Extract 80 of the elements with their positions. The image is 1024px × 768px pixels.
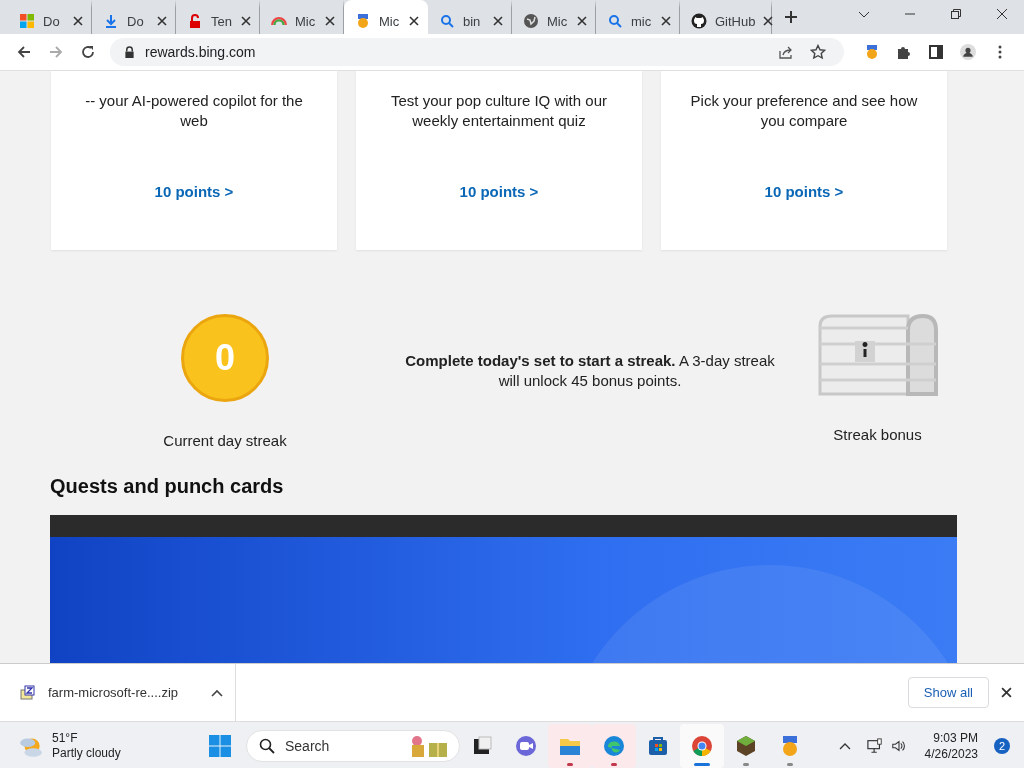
search-icon <box>607 13 623 29</box>
close-icon[interactable] <box>409 16 419 26</box>
card-description: -- your AI-powered copilot for the web <box>84 91 304 131</box>
close-icon[interactable] <box>1001 687 1012 698</box>
search-placeholder: Search <box>285 737 331 754</box>
time-text: 9:03 PM <box>933 729 978 746</box>
close-icon[interactable] <box>493 16 503 26</box>
chat-icon <box>514 733 538 758</box>
windows-logo-icon <box>19 13 35 29</box>
tab-title: GitHub <box>715 13 756 29</box>
notification-badge[interactable]: 2 <box>994 737 1010 754</box>
reload-icon[interactable] <box>80 44 96 60</box>
restore-icon[interactable] <box>950 8 962 20</box>
address-bar[interactable]: rewards.bing.com <box>110 38 844 66</box>
tab-title: bin <box>463 13 482 29</box>
clock[interactable]: 9:03 PM 4/26/2023 <box>924 729 978 762</box>
browser-icon <box>602 733 626 758</box>
close-icon[interactable] <box>157 16 167 26</box>
search-icon <box>439 13 455 29</box>
star-icon[interactable] <box>810 44 826 60</box>
medal-icon[interactable] <box>864 44 880 60</box>
activity-card[interactable]: -- your AI-powered copilot for the web 10 points > <box>51 71 337 250</box>
section-heading: Quests and punch cards <box>50 475 285 499</box>
points-link[interactable]: 10 points > <box>764 183 844 200</box>
close-icon[interactable] <box>325 16 335 26</box>
cube-icon <box>734 733 758 758</box>
zip-file-icon <box>20 684 36 701</box>
activity-card[interactable]: Pick your preference and see how you compare 10 points > <box>661 71 947 250</box>
tab-title: Do <box>127 13 145 29</box>
side-panel-icon[interactable] <box>928 44 944 60</box>
show-all-button[interactable]: Show all <box>907 677 989 708</box>
close-icon[interactable] <box>241 16 251 26</box>
tab-title: Do <box>43 13 61 29</box>
back-arrow-icon[interactable] <box>16 44 32 60</box>
url-text: rewards.bing.com <box>145 44 256 60</box>
file-name: farm-microsoft-re....zip <box>48 685 179 700</box>
date-text: 4/26/2023 <box>924 745 978 762</box>
medal-icon <box>355 13 371 29</box>
streak-label: Current day streak <box>163 432 287 449</box>
points-link[interactable]: 10 points > <box>459 183 539 200</box>
weather-text: Partly cloudy <box>52 745 121 761</box>
lock-icon <box>187 13 203 29</box>
globe-icon <box>523 13 539 29</box>
close-icon[interactable] <box>577 16 587 26</box>
weather-widget[interactable]: 51°F Partly cloudy <box>0 730 208 761</box>
browser-tab[interactable]: Mic <box>344 0 428 34</box>
promo-banner[interactable] <box>50 515 957 663</box>
caret-up-icon[interactable] <box>838 741 851 750</box>
close-icon[interactable] <box>763 16 774 26</box>
monitor-icon[interactable] <box>866 737 883 754</box>
rainbow-icon <box>271 16 287 26</box>
speaker-icon[interactable] <box>890 737 907 754</box>
lock-icon <box>124 45 135 59</box>
plus-icon[interactable] <box>784 10 798 24</box>
close-icon[interactable] <box>661 16 671 26</box>
search-icon <box>259 737 275 754</box>
share-icon[interactable] <box>778 44 794 60</box>
tab-title: Ten <box>211 13 233 29</box>
close-icon[interactable] <box>73 16 83 26</box>
tab-title: Mic <box>379 13 401 29</box>
avatar-icon[interactable] <box>960 44 976 60</box>
card-description: Test your pop culture IQ with our weekly entertainment quiz <box>390 91 608 131</box>
close-icon[interactable] <box>996 8 1008 20</box>
streak-count: 0 <box>215 337 235 379</box>
streak-bonus-label: Streak bonus <box>833 426 922 443</box>
points-link[interactable]: 10 points > <box>154 183 234 200</box>
card-description: Pick your preference and see how you compare <box>689 91 919 131</box>
cat-logo-icon <box>691 13 707 29</box>
download-icon <box>103 13 119 29</box>
streak-message: Complete today's set to start a streak. A 3-day streak will unlock 45 bonus points. <box>404 351 776 391</box>
temperature-text: 51°F <box>52 730 79 746</box>
activity-card[interactable]: Test your pop culture IQ with our weekly entertainment quiz 10 points > <box>356 71 642 250</box>
tab-title: Mic <box>547 13 569 29</box>
browser-icon <box>690 733 714 758</box>
start-icon[interactable] <box>208 733 232 758</box>
puzzle-piece-icon[interactable] <box>896 44 912 60</box>
caret-up-icon[interactable] <box>211 688 223 697</box>
tab-title: Mic <box>295 13 317 29</box>
tab-title: mic <box>631 13 653 29</box>
taskbar-search[interactable]: Search <box>246 729 460 762</box>
